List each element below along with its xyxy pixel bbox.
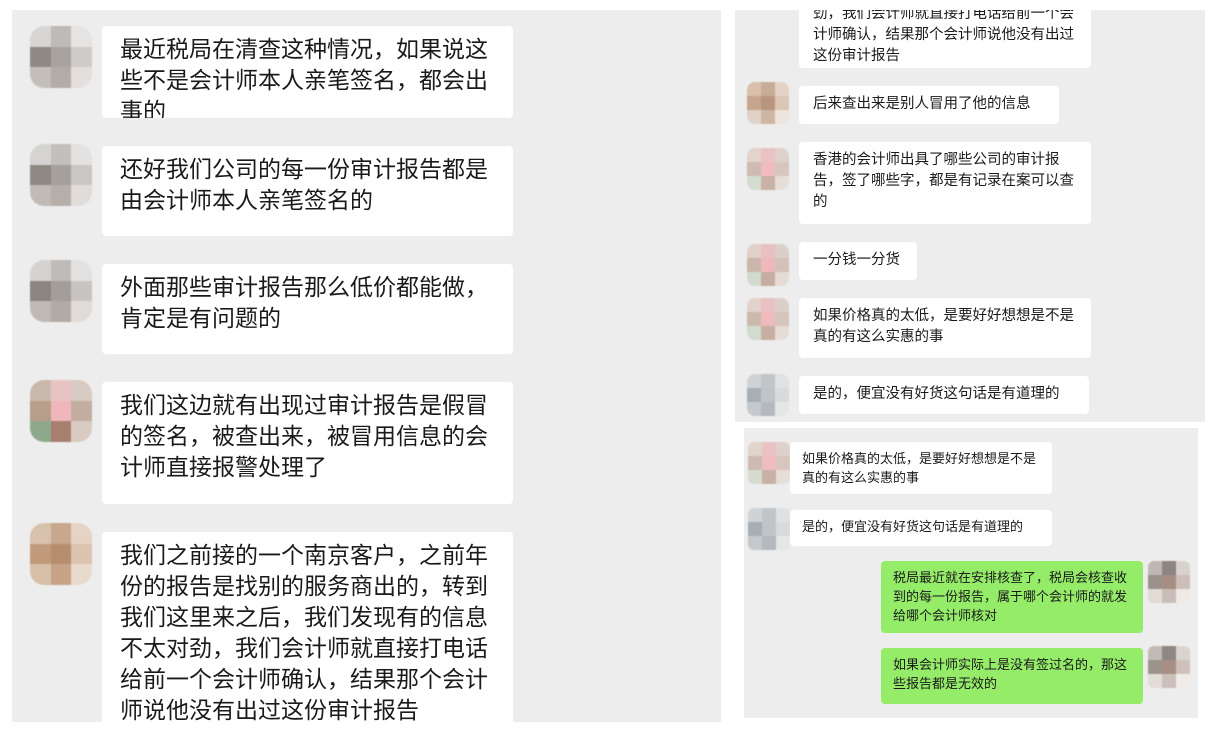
avatar[interactable]: [747, 374, 789, 416]
message-bubble[interactable]: 劲，我们会计师就直接打电话给前一个会计师确认，结果那个会计师说他没有出过这份审计…: [799, 10, 1091, 68]
message-bubble[interactable]: 我们这边就有出现过审计报告是假冒的签名，被查出来，被冒用信息的会计师直接报警处理…: [102, 382, 513, 504]
message-bubble-self[interactable]: 如果会计师实际上是没有签过名的，那这些报告都是无效的: [881, 648, 1143, 704]
avatar[interactable]: [747, 298, 789, 340]
message-bubble[interactable]: 一分钱一分货: [799, 242, 917, 280]
avatar-self[interactable]: [1148, 646, 1190, 688]
message-bubble[interactable]: 最近税局在清查这种情况，如果说这些不是会计师本人亲笔签名，都会出事的: [102, 26, 513, 118]
message-bubble[interactable]: 我们之前接的一个南京客户，之前年份的报告是找别的服务商出的，转到我们这里来之后，…: [102, 532, 513, 722]
avatar[interactable]: [748, 508, 790, 550]
avatar[interactable]: [30, 523, 92, 585]
message-bubble[interactable]: 如果价格真的太低，是要好好想想是不是真的有这么实惠的事: [799, 298, 1091, 358]
avatar[interactable]: [30, 144, 92, 206]
message-bubble[interactable]: 香港的会计师出具了哪些公司的审计报告，签了哪些字，都是有记录在案可以查的: [799, 142, 1091, 224]
avatar[interactable]: [747, 148, 789, 190]
message-bubble[interactable]: 是的，便宜没有好货这句话是有道理的: [790, 510, 1052, 546]
message-bubble[interactable]: 是的，便宜没有好货这句话是有道理的: [799, 376, 1089, 414]
message-bubble[interactable]: 外面那些审计报告那么低价都能做，肯定是有问题的: [102, 264, 513, 354]
avatar-self[interactable]: [1148, 561, 1190, 603]
avatar[interactable]: [747, 244, 789, 286]
message-bubble-self[interactable]: 税局最近就在安排核查了，税局会核查收到的每一份报告，属于哪个会计师的就发给哪个会…: [881, 561, 1143, 633]
message-bubble[interactable]: 如果价格真的太低，是要好好想想是不是真的有这么实惠的事: [790, 442, 1052, 494]
avatar[interactable]: [747, 82, 789, 124]
chat-window-right-bottom: 如果价格真的太低，是要好好想想是不是真的有这么实惠的事 是的，便宜没有好货这句话…: [744, 428, 1198, 718]
avatar[interactable]: [30, 380, 92, 442]
message-bubble[interactable]: 还好我们公司的每一份审计报告都是由会计师本人亲笔签名的: [102, 146, 513, 236]
avatar[interactable]: [748, 442, 790, 484]
avatar[interactable]: [30, 26, 92, 88]
chat-window-left: 最近税局在清查这种情况，如果说这些不是会计师本人亲笔签名，都会出事的 还好我们公…: [12, 10, 721, 722]
message-bubble[interactable]: 后来查出来是别人冒用了他的信息: [799, 86, 1059, 124]
chat-window-right-top: 劲，我们会计师就直接打电话给前一个会计师确认，结果那个会计师说他没有出过这份审计…: [735, 10, 1205, 422]
avatar[interactable]: [30, 260, 92, 322]
